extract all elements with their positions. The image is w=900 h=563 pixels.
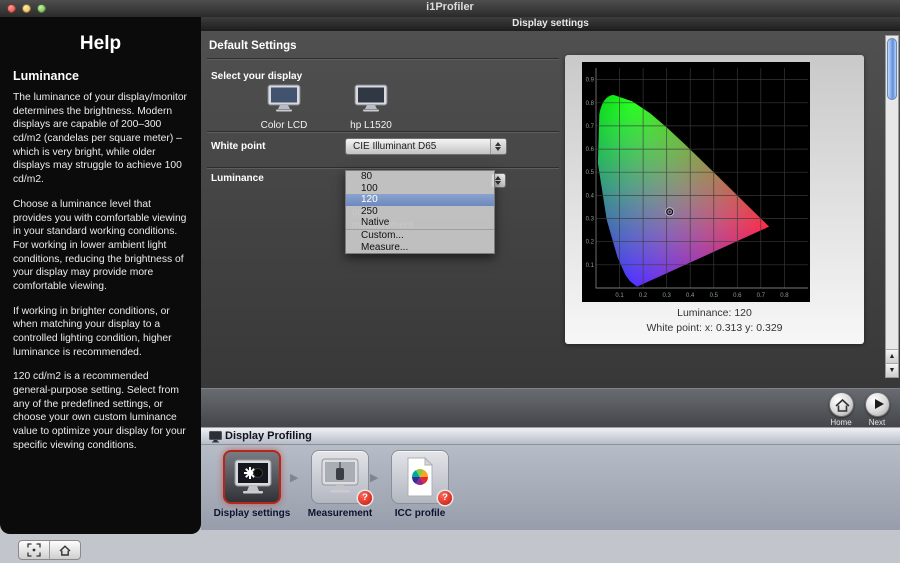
- divider: [207, 58, 559, 60]
- luminance-option-selected[interactable]: 120: [346, 194, 494, 206]
- view-toolbar: [18, 540, 81, 560]
- y-tick-label: 0.4: [586, 193, 595, 199]
- luminance-option[interactable]: Custom...: [346, 229, 494, 242]
- workflow-step-label: Measurement: [297, 508, 383, 519]
- x-tick-label: 0.1: [615, 293, 624, 299]
- y-tick-label: 0.9: [586, 78, 595, 84]
- luminance-readout: Luminance: 120: [565, 307, 864, 319]
- measurement-card[interactable]: ?: [311, 450, 369, 504]
- window-title: i1Profiler: [0, 1, 900, 13]
- workflow-step-display-settings[interactable]: Display settings: [209, 450, 295, 519]
- x-tick-label: 0.3: [663, 293, 672, 299]
- home-label: Home: [821, 418, 861, 427]
- home-view-button[interactable]: [49, 541, 80, 559]
- white-point-dropdown[interactable]: CIE Illuminant D65: [345, 138, 507, 155]
- luminance-option[interactable]: 250: [346, 206, 494, 218]
- popup-arrows-icon: [490, 139, 506, 154]
- y-tick-label: 0.1: [586, 263, 595, 269]
- measurement-device-icon: [318, 457, 362, 497]
- divider: [207, 131, 559, 133]
- help-title: Help: [0, 33, 201, 55]
- help-paragraph: The luminance of your display/monitor de…: [13, 91, 188, 187]
- settings-content: Default Settings Select your display Col…: [201, 31, 900, 389]
- help-panel: Help Luminance The luminance of your dis…: [0, 17, 201, 534]
- monitor-icon: [265, 83, 303, 113]
- help-paragraph: If working in brighter conditions, or wh…: [13, 305, 188, 360]
- monitor-icon: [352, 83, 390, 113]
- arrow-up-icon: [495, 176, 501, 180]
- help-paragraph: 120 cd/m2 is a recommended general-purpo…: [13, 370, 188, 452]
- play-icon: [875, 399, 884, 409]
- select-display-label: Select your display: [211, 71, 302, 82]
- y-tick-label: 0.5: [586, 170, 595, 176]
- y-tick-label: 0.3: [586, 217, 595, 223]
- incomplete-badge: ?: [438, 491, 452, 505]
- help-section-title: Luminance: [13, 69, 188, 83]
- white-point-label: White point: [211, 141, 265, 152]
- luminance-option[interactable]: 80: [346, 171, 494, 183]
- help-paragraph: Choose a luminance level that provides y…: [13, 198, 188, 294]
- home-icon: [830, 393, 855, 418]
- chromaticity-panel: 0.1 0.2 0.3 0.4 0.5 0.6 0.7 0.8 0.1 0.2 …: [565, 55, 864, 344]
- display-option-hp-l1520[interactable]: hp L1520: [336, 83, 406, 131]
- x-tick-label: 0.5: [710, 293, 719, 299]
- workflow-title: Display Profiling: [225, 430, 312, 442]
- page-title: Display settings: [201, 17, 900, 31]
- scrollbar-arrows: ▲ ▼: [886, 349, 898, 377]
- display-icon: [209, 431, 222, 443]
- section-title: Default Settings: [209, 40, 297, 52]
- workflow-step-label: ICC profile: [377, 508, 463, 519]
- fit-frame-icon: [27, 543, 41, 557]
- divider: [207, 167, 559, 169]
- y-axis-tick-labels: 0.1 0.2 0.3 0.4 0.5 0.6 0.7 0.8 0.9: [586, 78, 595, 269]
- icc-profile-icon: [398, 455, 442, 499]
- luminance-option[interactable]: Native: [346, 217, 494, 229]
- next-button[interactable]: Next: [857, 392, 897, 427]
- app-window: i1Profiler Help Luminance The luminance …: [0, 0, 900, 563]
- x-tick-label: 0.8: [780, 293, 789, 299]
- y-tick-label: 0.8: [586, 101, 595, 107]
- x-tick-label: 0.4: [686, 293, 695, 299]
- workflow-step-label: Display settings: [209, 508, 295, 519]
- workflow-step-icc-profile[interactable]: ? ICC profile: [377, 450, 463, 519]
- white-point-marker: [666, 208, 674, 216]
- next-label: Next: [857, 418, 897, 427]
- workflow-strip: Display settings ▶ ? Measurement ▶: [201, 445, 900, 530]
- display-option-label: Color LCD: [249, 120, 319, 131]
- scrollbar-thumb[interactable]: [887, 38, 897, 100]
- vertical-scrollbar[interactable]: ▲ ▼: [885, 35, 899, 378]
- cie-chromaticity-diagram: 0.1 0.2 0.3 0.4 0.5 0.6 0.7 0.8 0.1 0.2 …: [582, 62, 810, 302]
- luminance-option[interactable]: 100: [346, 183, 494, 195]
- display-option-color-lcd[interactable]: Color LCD: [249, 83, 319, 131]
- nav-band: Home Next: [201, 388, 900, 428]
- scroll-down-button[interactable]: ▼: [886, 363, 898, 377]
- arrow-down-icon: [495, 181, 501, 185]
- white-point-value: CIE Illuminant D65: [353, 141, 436, 152]
- luminance-label: Luminance: [211, 173, 264, 184]
- y-tick-label: 0.6: [586, 147, 595, 153]
- white-point-readout: White point: x: 0.313 y: 0.329: [565, 322, 864, 334]
- house-icon: [58, 544, 72, 557]
- workflow-step-measurement[interactable]: ? Measurement: [297, 450, 383, 519]
- luminance-menu: 80 100 120 250 Native Custom... Measure.…: [345, 170, 495, 254]
- fit-view-button[interactable]: [19, 541, 49, 559]
- x-tick-label: 0.7: [757, 293, 766, 299]
- x-tick-label: 0.6: [733, 293, 742, 299]
- workflow-header: Display Profiling: [201, 427, 900, 445]
- display-option-label: hp L1520: [336, 120, 406, 131]
- y-tick-label: 0.2: [586, 240, 595, 246]
- incomplete-badge: ?: [358, 491, 372, 505]
- scroll-up-button[interactable]: ▲: [886, 349, 898, 363]
- home-button[interactable]: Home: [821, 392, 861, 427]
- x-tick-label: 0.2: [639, 293, 648, 299]
- y-tick-label: 0.7: [586, 124, 595, 130]
- display-settings-card[interactable]: [223, 450, 281, 504]
- luminance-option[interactable]: Measure...: [346, 242, 494, 254]
- icc-profile-card[interactable]: ?: [391, 450, 449, 504]
- titlebar: i1Profiler: [0, 0, 900, 18]
- display-calibration-icon: [231, 458, 275, 498]
